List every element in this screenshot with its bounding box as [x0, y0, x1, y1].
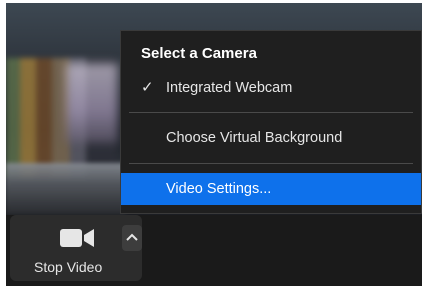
stop-video-button[interactable]: Stop Video — [10, 215, 142, 281]
menu-item-integrated-webcam[interactable]: ✓ Integrated Webcam — [121, 72, 421, 104]
preview-shelf — [6, 163, 126, 215]
menu-item-video-settings[interactable]: Video Settings... — [121, 173, 421, 205]
menu-item-label: Choose Virtual Background — [166, 130, 343, 146]
menu-heading: Select a Camera — [141, 45, 257, 62]
preview-window-light — [66, 63, 118, 143]
meeting-toolbar: Stop Video — [6, 215, 422, 286]
stop-video-label: Stop Video — [34, 259, 103, 275]
chevron-up-icon — [126, 233, 138, 241]
menu-divider — [129, 163, 413, 164]
video-options-button[interactable] — [122, 225, 142, 251]
menu-item-label: Video Settings... — [166, 181, 272, 197]
menu-item-virtual-background[interactable]: Choose Virtual Background — [121, 122, 421, 154]
zoom-window: Select a Camera ✓ Integrated Webcam Choo… — [6, 3, 422, 286]
menu-divider — [129, 112, 413, 113]
menu-item-label: Integrated Webcam — [166, 80, 293, 96]
check-icon: ✓ — [141, 79, 154, 96]
camera-menu: Select a Camera ✓ Integrated Webcam Choo… — [120, 30, 422, 214]
video-camera-icon — [60, 229, 94, 247]
